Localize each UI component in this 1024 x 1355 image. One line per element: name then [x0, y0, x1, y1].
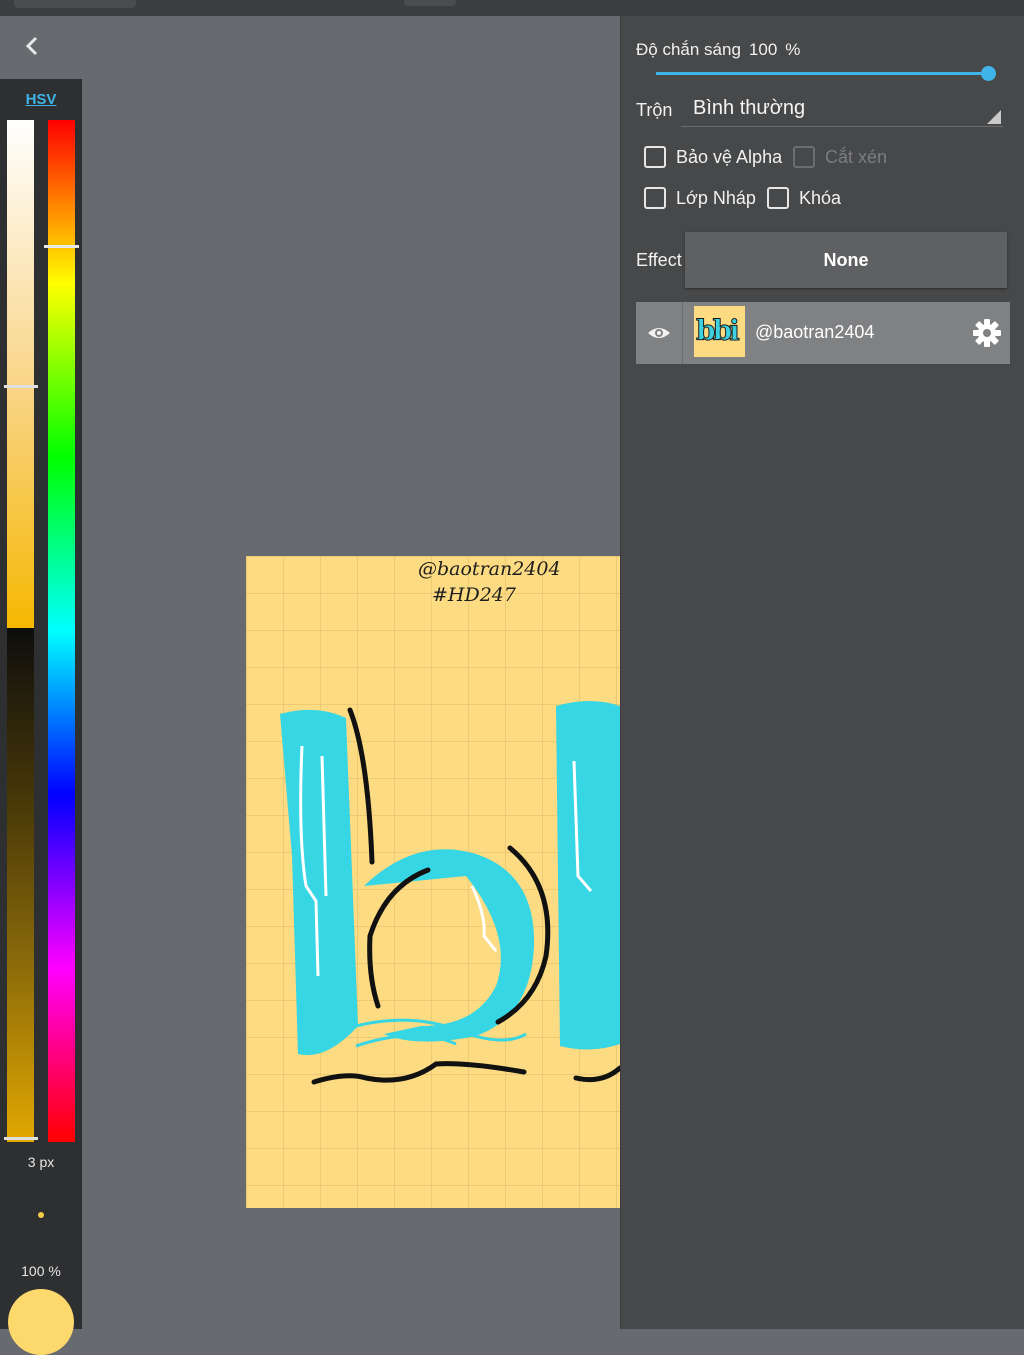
saturation-value-slider[interactable] [7, 120, 34, 1142]
layer-name: @baotran2404 [755, 322, 875, 342]
value-marker[interactable] [4, 1137, 38, 1140]
color-mode-toggle[interactable]: HSV [0, 91, 82, 108]
black-stroke-base [311, 1061, 527, 1085]
back-button[interactable] [18, 32, 46, 60]
canvas-credit-handle: @baotran2404 [418, 558, 561, 580]
layer-thumbnail-art: bbi [696, 314, 741, 348]
canvas-credit-tag: #HD247 [432, 584, 516, 606]
black-stroke-b-stem [347, 707, 375, 865]
opacity-row: Độ chắn sáng 100% [636, 40, 808, 60]
opacity-label: Độ chắn sáng [636, 40, 741, 59]
top-tab-handle-small[interactable] [404, 0, 456, 6]
protect-alpha-label: Bảo vệ Alpha [676, 146, 783, 167]
draft-layer-label: Lớp Nháp [676, 187, 756, 208]
clipping-label: Cắt xén [825, 146, 888, 167]
drawing-canvas[interactable]: @baotran2404 #HD247 [246, 556, 620, 1208]
hue-marker[interactable] [44, 245, 79, 248]
layer-item[interactable]: bbi @baotran2404 [636, 302, 1010, 364]
black-stroke-bowl [367, 867, 431, 1009]
opacity-unit: % [785, 40, 801, 59]
artwork-drawing [280, 701, 620, 1085]
gear-icon[interactable] [972, 318, 1002, 348]
eye-icon [648, 328, 670, 338]
layer-visibility-toggle[interactable] [636, 302, 683, 364]
cyan-stroke-left [280, 709, 358, 1056]
dropdown-corner-icon [987, 110, 1001, 124]
top-status-bar [0, 0, 1024, 16]
hue-slider[interactable] [48, 120, 75, 1142]
brush-size-readout[interactable]: 3 px [0, 1154, 82, 1170]
brush-opacity-readout[interactable]: 100 % [0, 1263, 82, 1279]
cyan-stroke-right [556, 701, 620, 1050]
opacity-value: 100 [748, 40, 778, 59]
draft-layer-checkbox[interactable]: Lớp Nháp [644, 187, 756, 209]
effect-label: Effect [636, 250, 682, 270]
value-gradient [7, 628, 34, 1142]
color-panel: HSV 3 px 100 % [0, 79, 82, 1355]
clipping-checkbox[interactable]: Cắt xén [793, 146, 887, 168]
blend-label: Trộn [636, 100, 673, 120]
opacity-slider-thumb[interactable] [981, 66, 996, 81]
protect-alpha-checkbox[interactable]: Bảo vệ Alpha [644, 146, 782, 168]
checkbox-box-icon [644, 146, 666, 168]
layer-thumbnail: bbi [694, 306, 745, 357]
chevron-left-icon [25, 36, 38, 56]
checkbox-box-icon [793, 146, 815, 168]
layer-panel: Độ chắn sáng 100% Trộn Bình thường Bảo vệ… [620, 16, 1024, 1329]
effect-button[interactable]: None [685, 232, 1007, 288]
blend-mode-value: Bình thường [693, 97, 806, 119]
lock-checkbox[interactable]: Khóa [767, 187, 841, 209]
brush-preview-dot [38, 1212, 44, 1218]
checkbox-box-icon [767, 187, 789, 209]
saturation-value-marker[interactable] [4, 385, 38, 388]
lock-label: Khóa [799, 187, 842, 208]
blend-mode-select[interactable]: Bình thường [681, 94, 1003, 127]
current-color-swatch[interactable] [8, 1289, 74, 1355]
top-tab-handle[interactable] [14, 0, 136, 8]
checkbox-box-icon [644, 187, 666, 209]
opacity-slider[interactable] [656, 72, 989, 75]
